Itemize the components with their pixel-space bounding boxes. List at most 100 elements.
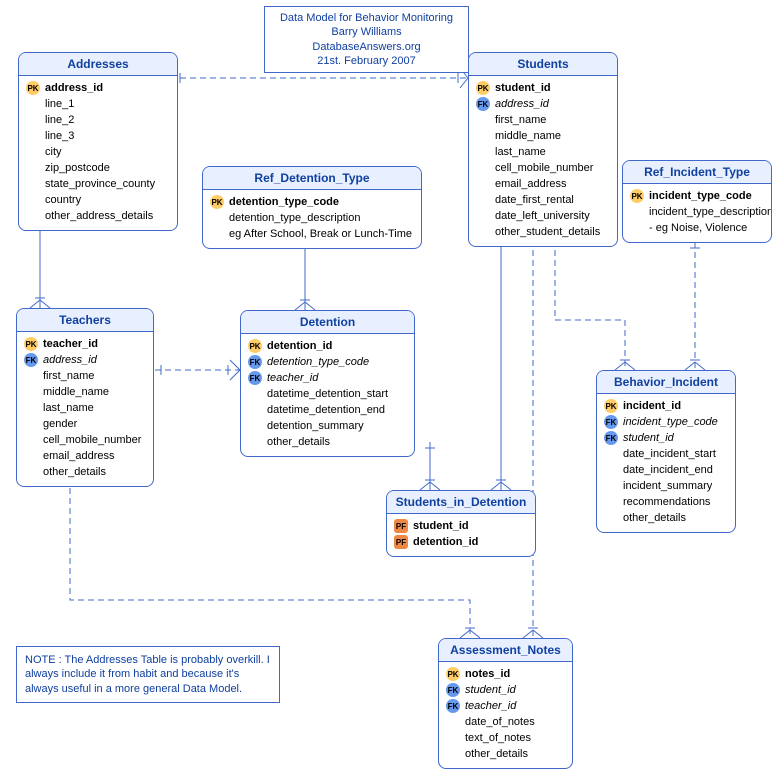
entity-students-in-detention: Students_in_Detention PFstudent_idPFdete… [386,490,536,557]
field-name: detention_id [267,340,332,352]
field-name: last_name [43,402,94,414]
no-key-spacer [25,129,41,143]
pk-key-icon: PK [445,667,461,681]
field-name: line_2 [45,114,74,126]
field-name: first_name [43,370,94,382]
no-key-spacer [23,385,39,399]
field-name: gender [43,418,77,430]
pk-key-icon: PK [247,339,263,353]
field-name: other_address_details [45,210,153,222]
field-row: date_incident_end [603,462,729,478]
field-row: detention_type_description [209,210,415,226]
entity-behavior-incident-header: Behavior_Incident [597,371,735,394]
field-name: other_details [623,512,686,524]
field-row: FKteacher_id [247,370,408,386]
no-key-spacer [475,193,491,207]
field-name: teacher_id [465,700,516,712]
field-name: date_first_rental [495,194,574,206]
entity-ref-detention-type: Ref_Detention_Type PKdetention_type_code… [202,166,422,249]
no-key-spacer [23,369,39,383]
field-name: student_id [465,684,516,696]
no-key-spacer [475,129,491,143]
entity-ref-incident-type-header: Ref_Incident_Type [623,161,771,184]
entity-students-header: Students [469,53,617,76]
no-key-spacer [23,449,39,463]
no-key-spacer [25,193,41,207]
field-name: teacher_id [267,372,318,384]
field-name: city [45,146,62,158]
entity-teachers: Teachers PK teacher_id FK address_id first_n… [16,308,154,487]
field-row: eg After School, Break or Lunch-Time [209,226,415,242]
no-key-spacer [23,417,39,431]
no-key-spacer [247,403,263,417]
fk-key-icon: FK [475,97,491,111]
field-row: state_province_county [25,176,171,192]
no-key-spacer [475,161,491,175]
title-line-3: DatabaseAnswers.org [275,40,458,54]
field-name: student_id [495,82,551,94]
field-name: country [45,194,81,206]
no-key-spacer [603,511,619,525]
field-name: state_province_county [45,178,155,190]
no-key-spacer [445,731,461,745]
field-name: - eg Noise, Violence [649,222,747,234]
entity-assessment-notes: Assessment_Notes PKnotes_idFKstudent_idF… [438,638,573,769]
field-name: middle_name [495,130,561,142]
field-row: PFdetention_id [393,534,529,550]
diagram-title-box: Data Model for Behavior Monitoring Barry… [264,6,469,73]
field-name: date_of_notes [465,716,535,728]
field-row: FKstudent_id [603,430,729,446]
entity-ref-incident-type: Ref_Incident_Type PKincident_type_codein… [622,160,772,243]
field-name: line_1 [45,98,74,110]
pk-key-icon: PK [209,195,225,209]
entity-behavior-incident: Behavior_Incident PK incident_id FK inciden… [596,370,736,533]
field-name: teacher_id [43,338,98,350]
field-row: PKstudent_id [475,80,611,96]
field-name: datetime_detention_end [267,404,385,416]
entity-teachers-header: Teachers [17,309,153,332]
field-row: recommendations [603,494,729,510]
entity-students: Students PKstudent_idFKaddress_idfirst_n… [468,52,618,247]
field-name: eg After School, Break or Lunch-Time [229,228,412,240]
field-row: other_details [445,746,566,762]
field-row: other_student_details [475,224,611,240]
entity-detention-header: Detention [241,311,414,334]
pk-key-icon: PK [603,399,619,413]
field-name: recommendations [623,496,710,508]
fk-key-icon: FK [603,431,619,445]
no-key-spacer [445,747,461,761]
field-name: incident_id [623,400,681,412]
field-name: incident_type_code [623,416,718,428]
field-name: address_id [495,98,549,110]
no-key-spacer [247,387,263,401]
field-row: date_first_rental [475,192,611,208]
fk-key-icon: FK [247,355,263,369]
no-key-spacer [475,145,491,159]
field-name: incident_summary [623,480,712,492]
field-row: PFstudent_id [393,518,529,534]
no-key-spacer [247,419,263,433]
field-row: email_address [23,448,147,464]
field-row: middle_name [475,128,611,144]
field-row: email_address [475,176,611,192]
field-name: cell_mobile_number [495,162,593,174]
field-name: last_name [495,146,546,158]
field-row: PK incident_id [603,398,729,414]
field-row: line_3 [25,128,171,144]
note-text: NOTE : The Addresses Table is probably o… [25,654,270,695]
entity-detention: Detention PKdetention_idFKdetention_type… [240,310,415,457]
no-key-spacer [445,715,461,729]
field-row: FK teacher_id [445,698,566,714]
pf-key-icon: PF [393,519,409,533]
fk-key-icon: FK [23,353,39,367]
pk-key-icon: PK [23,337,39,351]
field-name: address_id [43,354,97,366]
field-name: line_3 [45,130,74,142]
field-name: date_incident_end [623,464,713,476]
field-name: other_details [465,748,528,760]
no-key-spacer [603,479,619,493]
fk-key-icon: FK [445,699,461,713]
field-name: cell_mobile_number [43,434,141,446]
field-row: PKaddress_id [25,80,171,96]
field-row: first_name [23,368,147,384]
